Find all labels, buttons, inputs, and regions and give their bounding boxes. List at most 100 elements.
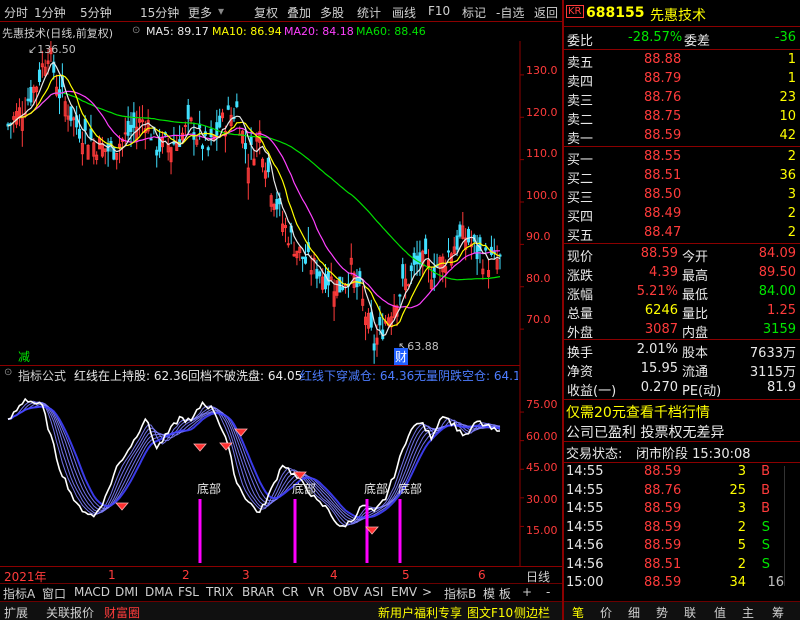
timeframe-tab-1min[interactable]: 1分钟 bbox=[34, 4, 66, 21]
quote-panel: KR 688155 先惠技术 委比 -28.57% 委差 -36 卖五 88.8… bbox=[564, 0, 800, 600]
timeframe-tab-intraday[interactable]: 分时 bbox=[4, 4, 28, 21]
bid-price: 88.51 bbox=[644, 168, 682, 183]
tab-dma[interactable]: DMA bbox=[145, 585, 173, 599]
tab-cr[interactable]: CR bbox=[282, 585, 299, 599]
finance-marker[interactable]: 财 bbox=[394, 348, 409, 365]
indicator-band-line bbox=[7, 401, 501, 525]
mark-button[interactable]: 标记 bbox=[462, 4, 486, 21]
tab-brar[interactable]: BRAR bbox=[242, 585, 275, 599]
candle-body bbox=[286, 243, 290, 246]
ask-level-row[interactable]: 卖二 88.75 10 bbox=[564, 108, 800, 128]
panel-tab-price[interactable]: 价 bbox=[600, 604, 612, 620]
tick-volume: 2 bbox=[737, 519, 746, 535]
f10-button[interactable]: F10 bbox=[428, 4, 450, 18]
settings-icon[interactable]: ⊙ bbox=[132, 25, 140, 36]
stock-title: 先惠技术(日线,前复权) bbox=[2, 27, 114, 40]
promo-link[interactable]: 仅需20元查看千档行情 bbox=[566, 402, 710, 422]
panel-tab-ticks[interactable]: 笔 bbox=[572, 604, 584, 620]
gem-signal-icon bbox=[193, 443, 207, 452]
profit-row: 公司已盈利 投票权无差异 bbox=[564, 421, 800, 441]
bid-level-row[interactable]: 买四 88.49 2 bbox=[564, 205, 800, 225]
tab-window[interactable]: 窗口 bbox=[42, 585, 66, 602]
f10-graphic-button[interactable]: 图文F10 bbox=[467, 604, 513, 620]
sidebar-button[interactable]: 侧边栏 bbox=[514, 604, 550, 620]
candle-body bbox=[424, 238, 428, 254]
draw-line-button[interactable]: 画线 bbox=[392, 4, 416, 21]
panel-tab-trend[interactable]: 势 bbox=[656, 604, 668, 620]
tab-template[interactable]: 模 板 bbox=[483, 585, 511, 602]
tab-asi[interactable]: ASI bbox=[364, 585, 383, 599]
chevron-down-icon[interactable]: ▾ bbox=[218, 4, 224, 18]
ma10-value: MA10: 86.94 bbox=[212, 25, 282, 38]
wealth-circle-button[interactable]: 财富圈 bbox=[104, 604, 140, 620]
candle-body bbox=[301, 256, 305, 260]
ask-price: 88.88 bbox=[644, 52, 682, 67]
new-user-promo-link[interactable]: 新用户福利专享 bbox=[378, 604, 462, 620]
tab-indicator-b[interactable]: 指标B bbox=[444, 585, 476, 602]
adjust-button[interactable]: 复权 bbox=[254, 4, 278, 21]
ask-level-row[interactable]: 卖一 88.59 42 bbox=[564, 127, 800, 147]
panel-tab-related[interactable]: 联 bbox=[684, 604, 696, 620]
bid-price: 88.47 bbox=[644, 225, 682, 240]
multi-stock-button[interactable]: 多股 bbox=[320, 4, 344, 21]
stat-value: 84.09 bbox=[758, 246, 796, 261]
promo-row[interactable]: 仅需20元查看千档行情 bbox=[564, 401, 800, 421]
remove-window-button[interactable]: - bbox=[546, 585, 550, 599]
tick-row: 14:56 88.59 5 S bbox=[564, 537, 800, 556]
tab-emv[interactable]: EMV bbox=[391, 585, 417, 599]
bottom-signal-label: 底部 bbox=[292, 482, 317, 496]
candle-body bbox=[303, 256, 307, 264]
candle-body bbox=[355, 278, 359, 288]
tab-trix[interactable]: TRIX bbox=[206, 585, 233, 599]
stat-value: 3087 bbox=[644, 322, 678, 337]
stat-value: 89.50 bbox=[758, 265, 796, 280]
expand-button[interactable]: 扩展 bbox=[4, 604, 28, 620]
tab-fsl[interactable]: FSL bbox=[178, 585, 199, 599]
tabs-next-button[interactable]: > bbox=[422, 585, 432, 599]
tick-time: 14:55 bbox=[566, 482, 604, 498]
bid-level-row[interactable]: 买五 88.47 2 bbox=[564, 224, 800, 244]
tick-time: 14:56 bbox=[566, 556, 604, 572]
stock-code: 688155 bbox=[586, 5, 645, 21]
stat-value: 1.25 bbox=[767, 303, 796, 318]
stats-button[interactable]: 统计 bbox=[357, 4, 381, 21]
overlay-button[interactable]: 叠加 bbox=[287, 4, 311, 21]
timeframe-tab-15min[interactable]: 15分钟 bbox=[140, 4, 179, 21]
tick-side: S bbox=[761, 519, 770, 535]
kcb-badge: KR bbox=[566, 5, 584, 18]
price-axis-tick: 130.0 bbox=[526, 64, 558, 77]
stat-value: 4.39 bbox=[649, 265, 678, 280]
ask-price: 88.59 bbox=[644, 128, 682, 143]
panel-tab-value[interactable]: 值 bbox=[714, 604, 726, 620]
bid-level-row[interactable]: 买一 88.55 2 bbox=[564, 148, 800, 168]
timeframe-tab-5min[interactable]: 5分钟 bbox=[80, 4, 112, 21]
ma-legend: 先惠技术(日线,前复权) ⊙ MA5: 89.17 MA10: 86.94 MA… bbox=[0, 23, 562, 41]
tab-macd[interactable]: MACD bbox=[74, 585, 110, 599]
candle-body bbox=[341, 287, 345, 290]
panel-tab-chips[interactable]: 筹 bbox=[772, 604, 784, 620]
remove-watchlist-button[interactable]: -自选 bbox=[496, 4, 524, 21]
tab-vr[interactable]: VR bbox=[308, 585, 325, 599]
bottom-signal-label: 底部 bbox=[364, 482, 389, 496]
tab-dmi[interactable]: DMI bbox=[115, 585, 138, 599]
add-window-button[interactable]: + bbox=[522, 585, 532, 599]
bid-level-row[interactable]: 买二 88.51 36 bbox=[564, 167, 800, 187]
related-quotes-button[interactable]: 关联报价 bbox=[46, 604, 94, 620]
stat-value: 7633万 bbox=[749, 346, 796, 361]
ask-level-row[interactable]: 卖四 88.79 1 bbox=[564, 70, 800, 90]
kline-chart[interactable] bbox=[0, 41, 562, 566]
price-axis-tick: 70.0 bbox=[526, 313, 551, 326]
bid-level-row[interactable]: 买三 88.50 3 bbox=[564, 186, 800, 206]
settings-icon[interactable]: ⊙ bbox=[4, 367, 12, 378]
stock-name[interactable]: 先惠技术 bbox=[650, 5, 706, 25]
back-button[interactable]: 返回 bbox=[534, 4, 558, 21]
panel-tab-main[interactable]: 主 bbox=[742, 604, 754, 620]
ticks-scrollbar[interactable] bbox=[784, 466, 796, 586]
tab-indicator-a[interactable]: 指标A bbox=[3, 585, 35, 602]
ask-level-row[interactable]: 卖五 88.88 1 bbox=[564, 51, 800, 71]
indicator-name[interactable]: 指标公式 bbox=[18, 367, 66, 384]
tab-obv[interactable]: OBV bbox=[333, 585, 359, 599]
panel-tab-detail[interactable]: 细 bbox=[628, 604, 640, 620]
more-timeframes-button[interactable]: 更多 bbox=[188, 4, 212, 21]
ask-level-row[interactable]: 卖三 88.76 23 bbox=[564, 89, 800, 109]
